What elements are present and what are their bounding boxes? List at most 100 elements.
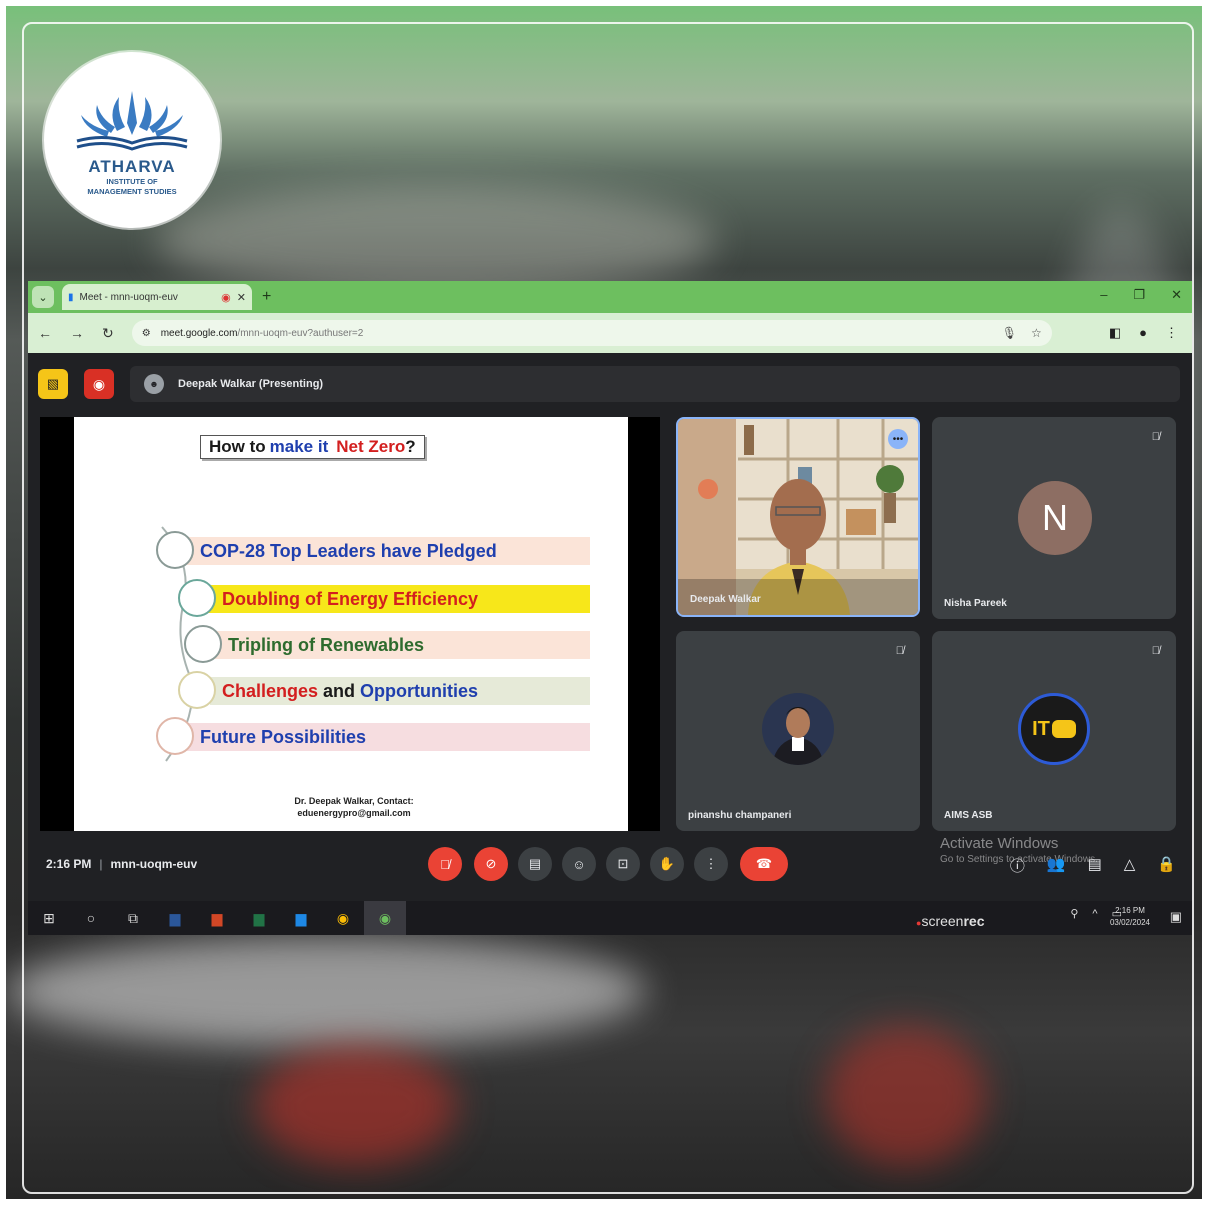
mic-off-icon: 🎙̸ — [1151, 431, 1160, 443]
participant-name-pinanshu: pinanshu champaneri — [688, 810, 792, 821]
participant-tile-nisha[interactable]: 🎙̸ N Nisha Pareek — [932, 417, 1176, 619]
sidebar-icon[interactable]: ◧ — [1109, 325, 1121, 341]
slide-title-part2: make it — [269, 437, 329, 456]
people-icon[interactable]: 👥 — [1047, 855, 1066, 876]
mic-off-icon: 🎙̸ — [1151, 645, 1160, 657]
participant-avatar-pinanshu — [762, 693, 834, 765]
stop-presenting-icon[interactable]: ▧ — [38, 369, 68, 399]
meeting-details-icon[interactable]: ⓘ — [1010, 855, 1025, 876]
camera-toggle-button[interactable]: ⊘ — [474, 847, 508, 881]
back-icon[interactable]: ← — [38, 325, 52, 341]
meeting-time: 2:16 PM — [46, 857, 92, 871]
meeting-info: 2:16 PM | mnn-uoqm-euv — [46, 857, 198, 871]
reactions-button[interactable]: ☺ — [562, 847, 596, 881]
participant-avatar-aims: IT — [1018, 693, 1090, 765]
slide-footer-line2: eduenergypro@gmail.com — [297, 808, 411, 818]
mic-off-icon: 🎙̸ — [895, 645, 904, 657]
captions-button[interactable]: ▤ — [518, 847, 552, 881]
chat-icon[interactable]: ▤ — [1088, 855, 1102, 876]
tab-meet[interactable]: ▮ Meet - mnn-uoqm-euv ◉ ✕ — [62, 284, 252, 310]
slide-item-5: Future Possibilities — [200, 726, 367, 747]
slide-title-part4: ? — [405, 437, 416, 456]
site-info-icon[interactable]: ⚙ — [142, 328, 151, 339]
meet-side-controls: ⓘ 👥 ▤ △ 🔒 — [1010, 855, 1176, 876]
meeting-code: mnn-uoqm-euv — [110, 857, 198, 871]
minimize-icon[interactable]: – — [1100, 287, 1107, 303]
window-controls: – ❐ ✕ — [1100, 287, 1182, 303]
microphone-icon[interactable]: 🎙 — [1002, 326, 1017, 340]
presenting-label: Deepak Walkar (Presenting) — [178, 378, 324, 390]
shared-screen: How to make it Net Zero ? COP-28 Top Lea… — [40, 417, 660, 831]
network-icon[interactable]: ⚲ — [1070, 907, 1078, 920]
present-button[interactable]: ⊡ — [606, 847, 640, 881]
logo-subtitle-2: MANAGEMENT STUDIES — [87, 187, 177, 196]
meet-favicon-icon: ▮ — [68, 291, 74, 303]
presentation-slide: How to make it Net Zero ? COP-28 Top Lea… — [74, 417, 628, 831]
participant-name-aims: AIMS ASB — [944, 810, 993, 821]
participant-name-nisha: Nisha Pareek — [944, 598, 1007, 609]
presenter-avatar: ☻ — [144, 374, 164, 394]
slide-bullet-circle-3 — [184, 625, 222, 663]
meet-area: ▧ ◉ ☻ Deepak Walkar (Presenting) How to … — [28, 353, 1192, 935]
photos-app-icon[interactable]: ▆ — [280, 901, 322, 935]
recording-icon[interactable]: ◉ — [84, 369, 114, 399]
search-icon[interactable]: ○ — [70, 901, 112, 935]
mic-toggle-button[interactable]: 🎙̸ — [428, 847, 462, 881]
activities-icon[interactable]: △ — [1124, 855, 1136, 876]
book-lotus-logo-icon — [76, 91, 188, 151]
tab-strip: ⌄ ▮ Meet - mnn-uoqm-euv ◉ ✕ + – ❐ ✕ — [28, 281, 1192, 313]
participant-tile-pinanshu[interactable]: 🎙̸ pinanshu champaneri — [676, 631, 920, 831]
screenrec-label: ●screenrec — [916, 913, 985, 929]
notifications-icon[interactable]: ▣ — [1170, 909, 1182, 925]
participant-tile-aims[interactable]: 🎙̸ IT AIMS ASB — [932, 631, 1176, 831]
slide-bullet-circle-2 — [178, 579, 216, 617]
chrome-app-icon[interactable]: ◉ — [322, 901, 364, 935]
profile-icon[interactable]: ● — [1139, 325, 1147, 341]
clock-date: 03/02/2024 — [1109, 918, 1150, 927]
close-window-icon[interactable]: ✕ — [1171, 287, 1182, 303]
new-tab-icon[interactable]: + — [262, 288, 271, 306]
participant-tile-deepak[interactable]: ••• Deepak Walkar — [676, 417, 920, 617]
tab-title: Meet - mnn-uoqm-euv — [79, 291, 178, 303]
raise-hand-button[interactable]: ✋ — [650, 847, 684, 881]
presenting-bar: ▧ ◉ ☻ Deepak Walkar (Presenting) — [38, 365, 1180, 403]
task-view-icon[interactable]: ⧉ — [112, 901, 154, 935]
slide-item-4: Challenges and Opportunities — [214, 677, 478, 705]
browser-menu-icon[interactable]: ⋮ — [1165, 325, 1178, 341]
screenrec-text: screen — [921, 913, 964, 929]
word-app-icon[interactable]: ▆ — [154, 901, 196, 935]
address-bar[interactable]: ⚙ meet.google.com /mnn-uoqm-euv?authuser… — [131, 320, 1052, 346]
host-controls-icon[interactable]: 🔒 — [1157, 855, 1176, 876]
slide-item-2: Doubling of Energy Efficiency — [222, 588, 479, 609]
slide-footer-line1: Dr. Deepak Walkar, Contact: — [294, 796, 414, 806]
bookmark-star-icon[interactable]: ☆ — [1031, 326, 1042, 340]
restore-icon[interactable]: ❐ — [1133, 287, 1145, 303]
slide-title-part1: How to — [209, 437, 266, 456]
meet-controls-bar: 2:16 PM | mnn-uoqm-euv 🎙̸ ⊘ ▤ ☺ ⊡ ✋ ⋮ ☎ Ac… — [28, 835, 1192, 891]
url-host: meet.google.com — [160, 327, 238, 339]
chrome-profile-app-icon[interactable]: ◉ — [364, 901, 406, 935]
windows-taskbar: ⊞ ○ ⧉ ▆ ▆ ▆ ▆ ◉ ◉ ●screenrec ⚲ ^ ▭ 2:16 … — [28, 901, 1192, 935]
tab-search-icon[interactable]: ⌄ — [32, 286, 54, 308]
excel-app-icon[interactable]: ▆ — [238, 901, 280, 935]
powerpoint-app-icon[interactable]: ▆ — [196, 901, 238, 935]
screenrec-bold-text: rec — [963, 913, 985, 929]
tab-close-icon[interactable]: ✕ — [237, 291, 246, 304]
slide-item-4-challenges: Challenges — [222, 680, 319, 701]
end-call-button[interactable]: ☎ — [740, 847, 788, 881]
more-options-icon[interactable]: ••• — [888, 429, 908, 449]
recording-indicator-icon: ◉ — [221, 291, 231, 304]
browser-window: ⌄ ▮ Meet - mnn-uoqm-euv ◉ ✕ + – ❐ ✕ ← → … — [28, 281, 1192, 935]
slide-bullet-circle-4 — [178, 671, 216, 709]
reload-icon[interactable]: ↻ — [102, 325, 114, 342]
system-clock[interactable]: 2:16 PM 03/02/2024 — [1110, 905, 1150, 929]
slide-footer: Dr. Deepak Walkar, Contact: eduenergypro… — [224, 795, 484, 819]
forward-icon[interactable]: → — [70, 325, 84, 341]
more-actions-button[interactable]: ⋮ — [694, 847, 728, 881]
participant-name-deepak: Deepak Walkar — [690, 594, 761, 605]
slide-title-part3: Net Zero — [336, 437, 406, 456]
activate-windows-title: Activate Windows — [940, 835, 1059, 852]
windows-start-icon[interactable]: ⊞ — [28, 901, 70, 935]
tray-chevron-icon[interactable]: ^ — [1092, 908, 1097, 920]
participant-video-deepak — [678, 419, 918, 615]
